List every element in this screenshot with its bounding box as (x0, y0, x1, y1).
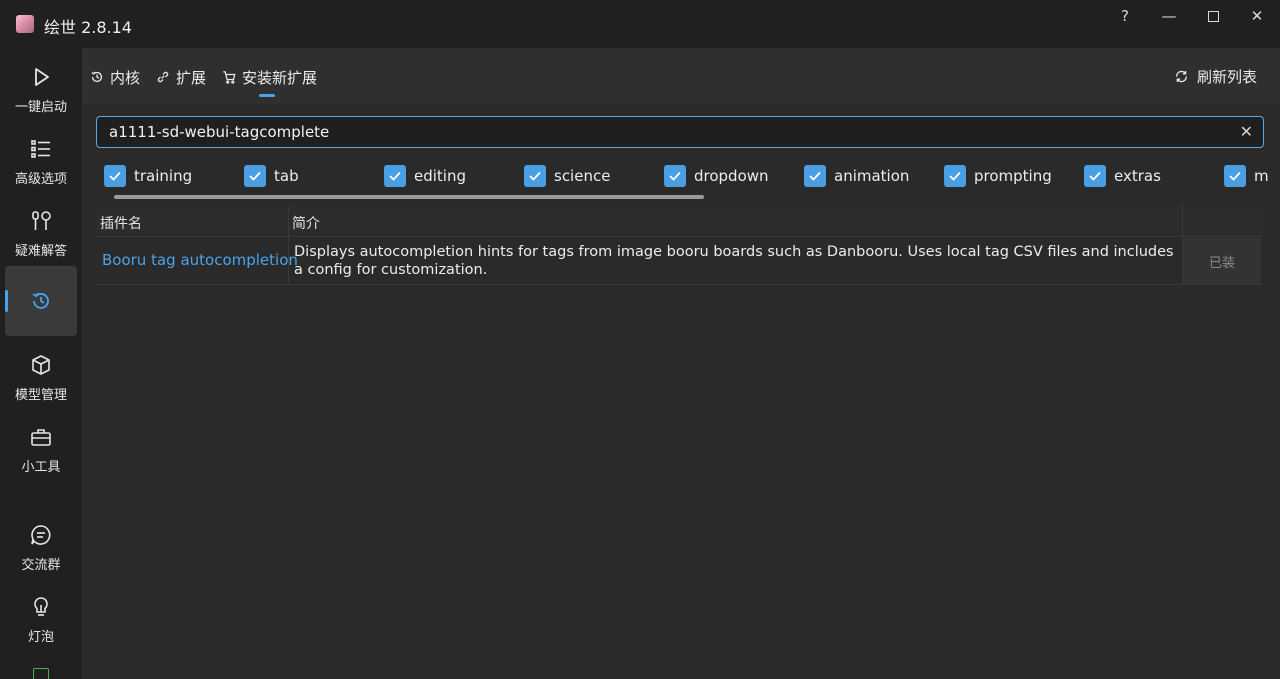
sidebar-item-advanced[interactable]: 高级选项 (5, 124, 77, 194)
maximize-icon (1207, 11, 1219, 22)
title-bar: 绘世 2.8.14 ? — ✕ (0, 0, 1280, 48)
search-box: ✕ (96, 116, 1264, 148)
sidebar-item-label: 疑难解答 (14, 244, 67, 259)
checkbox-checked-icon[interactable] (384, 165, 406, 187)
tag-label: editing (414, 167, 466, 185)
tag-filter-item[interactable]: extras (1084, 164, 1161, 188)
tab-install-new[interactable]: 安装新扩展 (222, 66, 317, 88)
history-icon (91, 71, 103, 83)
column-divider (288, 206, 289, 237)
tag-filter-item[interactable]: animation (804, 164, 909, 188)
sidebar-item-troubleshoot[interactable]: 疑难解答 (5, 196, 77, 266)
sidebar: 一键启动 高级选项 疑难解答 模型管理 小工具 交流群 灯泡 (0, 48, 82, 679)
sidebar-item-label: 高级选项 (14, 172, 67, 187)
tag-label: animation (834, 167, 910, 185)
tab-label: 安装新扩展 (242, 68, 318, 87)
checkbox-checked-icon[interactable] (1084, 165, 1106, 187)
table-header: 插件名 简介 (96, 206, 1262, 237)
tag-label: m (1254, 167, 1269, 185)
refresh-icon (1176, 70, 1187, 83)
sidebar-item-tools[interactable]: 小工具 (5, 412, 77, 482)
refresh-list-button[interactable]: 刷新列表 (1174, 66, 1257, 87)
tab-label: 扩展 (176, 68, 207, 87)
tag-list-scrollbar[interactable] (114, 195, 704, 199)
tools-icon (5, 210, 77, 234)
play-icon (5, 66, 77, 90)
tag-filter-item[interactable]: tab (244, 164, 299, 188)
checkbox-checked-icon[interactable] (244, 165, 266, 187)
column-divider (1182, 206, 1183, 237)
sidebar-item-label: 交流群 (21, 558, 61, 573)
tab-core[interactable]: 内核 (90, 66, 140, 88)
help-button[interactable]: ? (1105, 6, 1145, 26)
sidebar-item-label: 一键启动 (14, 100, 67, 115)
table-row: Booru tag autocompletion Displays autoco… (96, 237, 1262, 285)
tag-label: training (134, 167, 193, 185)
sidebar-item-label: 模型管理 (14, 388, 67, 403)
tag-filter-item[interactable]: training (104, 164, 192, 188)
toolbox-icon (5, 426, 77, 450)
installed-button[interactable]: 已装 (1183, 238, 1261, 284)
tag-filter-item[interactable]: dropdown (664, 164, 769, 188)
history-icon (5, 290, 77, 314)
tag-filter-item[interactable]: editing (384, 164, 466, 188)
checkbox-checked-icon[interactable] (804, 165, 826, 187)
sidebar-item-models[interactable]: 模型管理 (5, 340, 77, 410)
column-divider (288, 237, 289, 285)
cart-icon (223, 71, 236, 84)
sidebar-item-label: 小工具 (21, 460, 61, 475)
terminal-icon[interactable] (33, 668, 49, 679)
app-logo-icon (16, 15, 34, 33)
cube-icon (5, 354, 77, 378)
checkbox-checked-icon[interactable] (944, 165, 966, 187)
extension-name-link[interactable]: Booru tag autocompletion (102, 251, 298, 269)
sidebar-item-launch[interactable]: 一键启动 (5, 52, 77, 122)
list-icon (5, 138, 77, 162)
checkbox-checked-icon[interactable] (524, 165, 546, 187)
tag-label: dropdown (694, 167, 769, 185)
extension-description: Displays autocompletion hints for tags f… (294, 244, 1174, 278)
minimize-button[interactable]: — (1149, 6, 1189, 26)
sidebar-item-versions[interactable] (5, 266, 77, 336)
bulb-icon (5, 596, 77, 620)
clear-search-button[interactable]: ✕ (1240, 122, 1253, 141)
tab-label: 内核 (110, 68, 141, 87)
tag-filter-item[interactable]: prompting (944, 164, 1052, 188)
tab-bar: 内核 扩展 安装新扩展 刷新列表 (82, 48, 1280, 104)
tag-label: tab (274, 167, 299, 185)
column-header-name[interactable]: 插件名 (100, 213, 142, 233)
active-tab-indicator (259, 94, 275, 97)
tag-filter-item[interactable]: science (524, 164, 610, 188)
tag-label: science (554, 167, 611, 185)
column-header-description[interactable]: 简介 (292, 213, 320, 233)
refresh-label: 刷新列表 (1197, 68, 1258, 86)
checkbox-checked-icon[interactable] (1224, 165, 1246, 187)
tag-filter-list: training tab editing science dropdown an… (104, 160, 1280, 190)
tag-label: extras (1114, 167, 1161, 185)
tab-extensions[interactable]: 扩展 (156, 66, 206, 88)
maximize-button[interactable] (1193, 6, 1233, 26)
tag-filter-item[interactable]: m (1224, 164, 1269, 188)
close-button[interactable]: ✕ (1237, 6, 1277, 26)
main-panel: 内核 扩展 安装新扩展 刷新列表 ✕ training (82, 48, 1280, 679)
tag-label: prompting (974, 167, 1052, 185)
checkbox-checked-icon[interactable] (104, 165, 126, 187)
search-input[interactable] (109, 123, 1219, 141)
sidebar-item-label: 灯泡 (27, 630, 54, 645)
sidebar-item-bulb[interactable]: 灯泡 (5, 582, 77, 652)
chat-icon (5, 524, 77, 548)
app-title: 绘世 2.8.14 (44, 18, 132, 37)
checkbox-checked-icon[interactable] (664, 165, 686, 187)
link-icon (157, 71, 169, 83)
sidebar-item-community[interactable]: 交流群 (5, 510, 77, 580)
